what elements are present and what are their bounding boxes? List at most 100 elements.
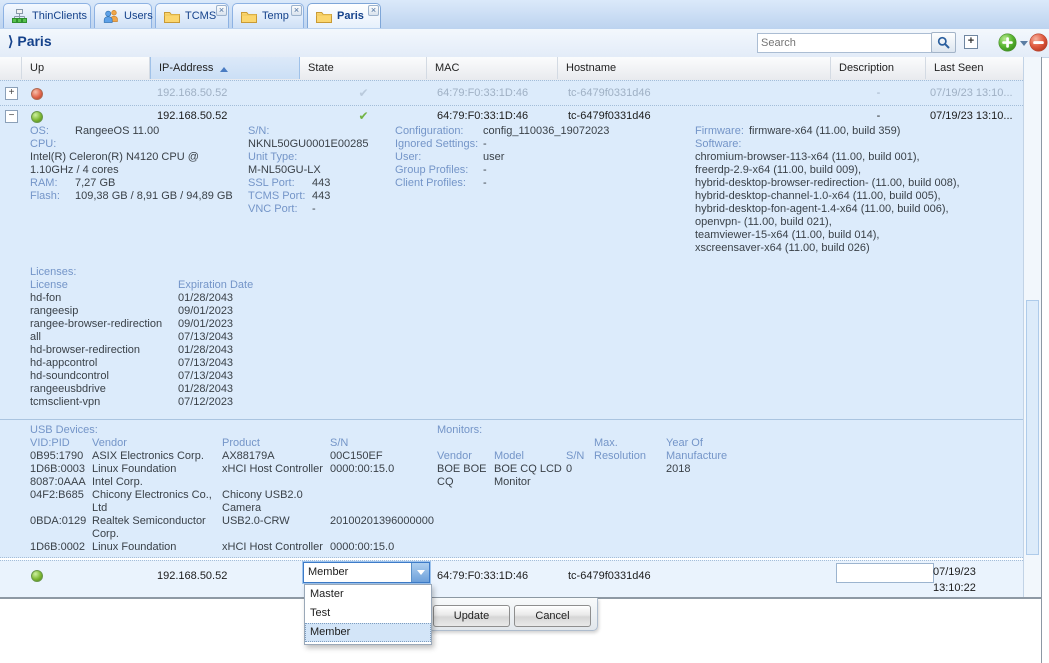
section-divider bbox=[0, 419, 1023, 420]
dropdown-option-test[interactable]: Test bbox=[305, 604, 431, 623]
usb-vendor: Intel Corp. bbox=[92, 476, 222, 489]
expand-row-icon[interactable]: + bbox=[5, 87, 18, 100]
usb-vendor: Linux Foundation bbox=[92, 463, 222, 476]
licenses-col-license: License bbox=[30, 279, 178, 292]
plus-circle-icon bbox=[998, 43, 1017, 55]
license-name: hd-browser-redirection bbox=[30, 344, 178, 357]
vertical-scrollbar[interactable] bbox=[1023, 57, 1041, 597]
usb-vendor: Linux Foundation bbox=[92, 541, 222, 554]
license-exp: 01/28/2043 bbox=[178, 292, 320, 305]
hostname-cell: tc-6479f0331d46 bbox=[568, 87, 651, 99]
license-name: rangeesip bbox=[30, 305, 178, 318]
unit-info-block: S/N: NKNL50GU0001E00285 Unit Type: M-NL5… bbox=[248, 125, 390, 216]
last-seen-cell: 07/19/23 13:10... bbox=[930, 87, 1013, 99]
license-name: hd-soundcontrol bbox=[30, 370, 178, 383]
last-seen-time: 13:10:22 bbox=[933, 580, 1003, 596]
dropdown-arrow-icon[interactable] bbox=[411, 563, 429, 582]
usb-table: VID:PID Vendor Product S/N 0B95:1790ASIX… bbox=[30, 437, 435, 554]
usb-product: Chicony USB2.0 Camera bbox=[222, 489, 330, 515]
table-row-collapsed[interactable]: + 192.168.50.52 ✔ 64:79:F0:33:1D:46 tc-6… bbox=[0, 80, 1023, 106]
close-icon[interactable]: × bbox=[216, 5, 227, 16]
expand-all-button[interactable]: + bbox=[964, 35, 978, 49]
scrollbar-thumb[interactable] bbox=[1026, 300, 1039, 555]
tab-thinclients[interactable]: ThinClients bbox=[3, 3, 91, 28]
hostname-cell: tc-6479f0331d46 bbox=[568, 110, 651, 122]
tab-paris[interactable]: Paris × bbox=[307, 3, 381, 28]
tab-label: Users bbox=[124, 10, 153, 22]
usb-product: USB2.0-CRW bbox=[222, 515, 330, 541]
group-select-value: Member bbox=[308, 566, 348, 578]
close-icon[interactable]: × bbox=[291, 5, 302, 16]
breadcrumb-arrow: ⟩ bbox=[8, 33, 13, 49]
usb-vendor: ASIX Electronics Corp. bbox=[92, 450, 222, 463]
search-input[interactable] bbox=[757, 33, 932, 53]
monitor-year: 2018 bbox=[666, 463, 751, 476]
usb-vendor: Realtek Semiconductor Corp. bbox=[92, 515, 222, 541]
users-icon bbox=[103, 9, 119, 23]
folder-icon bbox=[316, 10, 332, 23]
update-button[interactable]: Update bbox=[433, 605, 510, 627]
description-field[interactable] bbox=[836, 563, 934, 583]
search-icon bbox=[937, 36, 950, 49]
usb-vidpid: 0BDA:0129 bbox=[30, 515, 92, 541]
close-icon[interactable]: × bbox=[368, 5, 379, 16]
mac-cell: 64:79:F0:33:1D:46 bbox=[437, 110, 528, 122]
dropdown-option-member[interactable]: Member bbox=[305, 623, 431, 642]
license-exp: 07/12/2023 bbox=[178, 396, 320, 409]
tab-users[interactable]: Users bbox=[94, 3, 152, 28]
ip-cell: 192.168.50.52 bbox=[157, 110, 227, 122]
monitors-table: Vendor Model S/N Max. Resolution Year Of… bbox=[437, 437, 767, 489]
usb-sn: 00C150EF bbox=[330, 450, 440, 463]
collapse-row-icon[interactable]: − bbox=[5, 110, 18, 123]
column-header-last-seen[interactable]: Last Seen bbox=[926, 57, 1023, 79]
tab-label: ThinClients bbox=[32, 10, 87, 22]
monitor-model: BOE CQ LCD Monitor bbox=[494, 463, 566, 489]
breadcrumb-bar: ⟩ Paris + bbox=[0, 29, 1049, 58]
column-header-hostname[interactable]: Hostname bbox=[558, 57, 831, 79]
usb-product: AX88179A bbox=[222, 450, 330, 463]
tab-label: Paris bbox=[337, 10, 364, 22]
dropdown-option-master[interactable]: Master bbox=[305, 585, 431, 604]
usb-vidpid: 8087:0AAA bbox=[30, 476, 92, 489]
add-button[interactable] bbox=[998, 33, 1017, 52]
licenses-table: License Expiration Date hd-fon01/28/2043… bbox=[30, 279, 320, 409]
usb-vidpid: 1D6B:0003 bbox=[30, 463, 92, 476]
state-ok-icon: ✔ bbox=[300, 86, 427, 100]
column-header-state[interactable]: State bbox=[300, 57, 427, 79]
last-seen-date: 07/19/23 bbox=[933, 564, 1003, 580]
chevron-down-icon[interactable] bbox=[1020, 41, 1028, 50]
group-dropdown-list: Master Test Member bbox=[304, 584, 432, 645]
usb-sn bbox=[330, 489, 440, 515]
column-header-description[interactable]: Description bbox=[831, 57, 926, 79]
license-name: rangee-browser-redirection bbox=[30, 318, 178, 331]
license-exp: 07/13/2043 bbox=[178, 370, 320, 383]
tab-label: TCMS bbox=[185, 10, 216, 22]
usb-sn: 20100201396000000 bbox=[330, 515, 440, 541]
tab-tcms[interactable]: TCMS × bbox=[155, 3, 229, 28]
column-header-ip-address[interactable]: IP-Address bbox=[150, 57, 300, 79]
usb-product: xHCI Host Controller bbox=[222, 541, 330, 554]
remove-button[interactable] bbox=[1029, 33, 1048, 52]
group-select[interactable]: Member bbox=[303, 562, 430, 583]
usb-sn: 0000:00:15.0 bbox=[330, 463, 440, 476]
column-header-expand[interactable] bbox=[0, 57, 22, 79]
license-exp: 09/01/2023 bbox=[178, 305, 320, 318]
panel-right-border bbox=[1041, 57, 1042, 663]
usb-product bbox=[222, 476, 330, 489]
tcms-app: ThinClients Users TCMS × Temp × bbox=[0, 0, 1049, 663]
usb-vendor: Chicony Electronics Co., Ltd bbox=[92, 489, 222, 515]
tab-temp[interactable]: Temp × bbox=[232, 3, 304, 28]
usb-vidpid: 1D6B:0002 bbox=[30, 541, 92, 554]
table-row-expanded[interactable]: − 192.168.50.52 ✔ 64:79:F0:33:1D:46 tc-6… bbox=[0, 106, 1023, 558]
hostname-cell: tc-6479f0331d46 bbox=[568, 570, 651, 582]
org-chart-icon bbox=[12, 9, 27, 23]
license-exp: 01/28/2043 bbox=[178, 344, 320, 357]
column-header-mac[interactable]: MAC bbox=[427, 57, 558, 79]
column-header-up[interactable]: Up bbox=[22, 57, 150, 79]
last-seen-cell: 07/19/23 13:10:22 bbox=[933, 564, 1003, 596]
usb-sn bbox=[330, 476, 440, 489]
search-button[interactable] bbox=[931, 32, 956, 53]
ip-cell: 192.168.50.52 bbox=[157, 570, 227, 582]
folder-icon bbox=[164, 10, 180, 23]
cancel-button[interactable]: Cancel bbox=[514, 605, 591, 627]
